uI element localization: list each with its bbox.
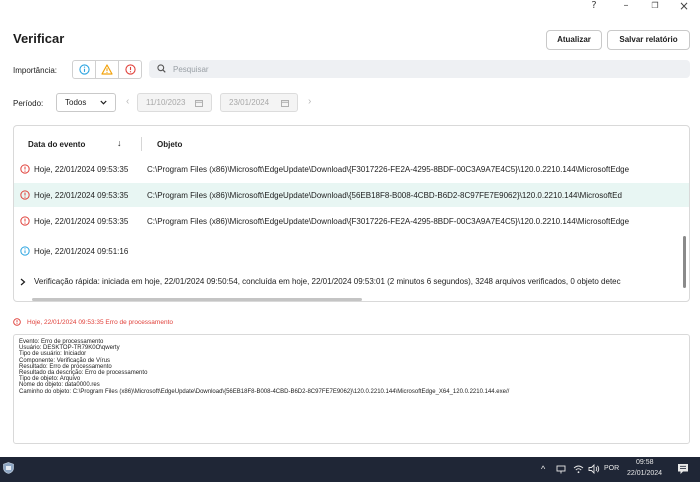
next-period-arrow[interactable]: › [308, 96, 311, 107]
chevron-down-icon [100, 100, 107, 105]
row-date: Hoje, 22/01/2024 09:53:35 [34, 191, 129, 200]
taskbar: ^ POR 09:58 22/01/2024 [0, 457, 700, 482]
search-icon [157, 64, 166, 73]
error-icon [124, 64, 136, 75]
table-row[interactable]: Hoje, 22/01/2024 09:53:35 C:\Program Fil… [14, 157, 689, 181]
vertical-scrollbar[interactable] [683, 236, 686, 288]
row-object: C:\Program Files (x86)\Microsoft\EdgeUpd… [147, 217, 630, 226]
column-header-object[interactable]: Objeto [157, 140, 182, 149]
event-detail-panel[interactable]: Evento: Erro de processamento Usuário: D… [13, 334, 690, 444]
importance-filter [72, 60, 142, 79]
column-header-date[interactable]: Data do evento [28, 140, 85, 149]
row-object: C:\Program Files (x86)\Microsoft\EdgeUpd… [147, 191, 622, 200]
horizontal-scrollbar[interactable] [32, 298, 362, 301]
start-date-value: 11/10/2023 [146, 98, 186, 107]
network-icon[interactable] [556, 465, 566, 474]
warning-icon [101, 64, 113, 75]
window-titlebar: ? – ❐ × [0, 0, 700, 14]
notifications-icon[interactable] [677, 463, 689, 475]
detail-line: Caminho do objeto: C:\Program Files (x86… [19, 388, 510, 395]
end-date-value: 23/01/2024 [229, 98, 270, 107]
filter-error-toggle[interactable] [119, 61, 141, 78]
table-row[interactable]: Hoje, 22/01/2024 09:53:35 C:\Program Fil… [14, 209, 689, 233]
help-button[interactable]: ? [583, 0, 605, 14]
close-button[interactable]: × [673, 0, 695, 14]
page-title: Verificar [13, 31, 65, 46]
period-select[interactable]: Todos [56, 93, 116, 112]
previous-period-arrow[interactable]: ‹ [126, 96, 129, 107]
table-row[interactable]: Hoje, 22/01/2024 09:51:16 [14, 239, 689, 263]
row-date: Hoje, 22/01/2024 09:53:35 [34, 217, 129, 226]
sort-arrow-icon[interactable]: ↓ [117, 138, 122, 148]
error-icon [20, 216, 30, 226]
row-object: C:\Program Files (x86)\Microsoft\EdgeUpd… [147, 165, 630, 174]
importance-label: Importância: [13, 66, 58, 75]
calendar-icon [281, 100, 289, 107]
start-date-field[interactable]: 11/10/2023 [137, 93, 212, 112]
scan-summary-text: Verificação rápida: iniciada em hoje, 22… [34, 277, 621, 286]
chevron-up-icon[interactable]: ^ [541, 464, 545, 474]
period-label: Período: [13, 99, 44, 108]
minimize-button[interactable]: – [615, 0, 637, 14]
kaspersky-app-icon[interactable] [3, 462, 14, 474]
error-icon [20, 164, 30, 174]
clock-date[interactable]: 22/01/2024 [627, 470, 662, 477]
table-row[interactable]: Hoje, 22/01/2024 09:53:35 C:\Program Fil… [14, 183, 689, 207]
event-detail-title: Hoje, 22/01/2024 09:53:35 Erro de proces… [27, 319, 173, 326]
scan-summary-row[interactable]: Verificação rápida: iniciada em hoje, 22… [14, 272, 681, 292]
error-icon [20, 190, 30, 200]
info-icon [20, 246, 30, 256]
events-table: Data do evento ↓ Objeto Hoje, 22/01/2024… [13, 125, 690, 302]
search-input[interactable] [173, 62, 673, 76]
language-indicator[interactable]: POR [604, 465, 619, 472]
volume-icon[interactable] [588, 464, 600, 474]
wifi-icon[interactable] [573, 464, 584, 474]
calendar-icon [195, 100, 203, 107]
save-report-button[interactable]: Salvar relatório [607, 30, 690, 50]
period-select-value: Todos [65, 98, 87, 107]
column-divider [141, 137, 142, 151]
restore-button[interactable]: ❐ [644, 0, 666, 14]
chevron-right-icon[interactable] [20, 278, 26, 286]
row-date: Hoje, 22/01/2024 09:53:35 [34, 165, 129, 174]
update-button[interactable]: Atualizar [546, 30, 602, 50]
end-date-field[interactable]: 23/01/2024 [220, 93, 298, 112]
filter-info-toggle[interactable] [73, 61, 96, 78]
error-icon [13, 318, 21, 326]
filter-warning-toggle[interactable] [96, 61, 119, 78]
row-date: Hoje, 22/01/2024 09:51:16 [34, 247, 129, 256]
info-icon [78, 64, 90, 75]
clock-time[interactable]: 09:58 [636, 459, 654, 466]
